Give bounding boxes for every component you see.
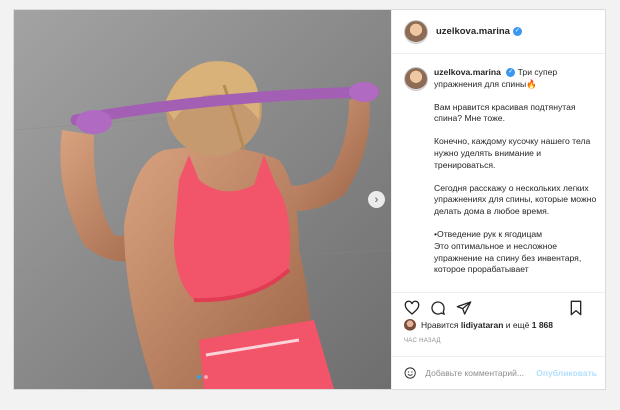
likes-user[interactable]: lidiyataran [461,320,504,330]
carousel-dot [204,375,208,379]
caption-avatar[interactable] [404,67,428,91]
action-bar [392,292,605,322]
heart-icon[interactable] [404,300,420,316]
caption-paragraph: •Отведение рук к ягодицам Это оптимально… [434,228,582,275]
liker-avatar[interactable] [404,319,416,331]
post-sidebar: uzelkova.marina ✓ uzelkova.marina ✓ Три … [391,10,605,389]
caption-paragraph: Вам нравится красивая подтянутая спина? … [434,101,576,124]
avatar[interactable] [404,19,428,44]
comment-input[interactable] [425,368,537,378]
instagram-post-card: › uzelkova.marina ✓ uzelkova.marina ✓ Тр… [13,9,606,390]
carousel-dots [197,375,208,379]
post-photo[interactable]: › [14,10,391,389]
caption-paragraph: Сегодня расскажу о нескольких легких упр… [434,182,597,217]
emoji-icon[interactable] [404,365,416,381]
verified-icon: ✓ [506,68,516,78]
post-timestamp[interactable]: ЧАС НАЗАД [404,338,441,344]
bookmark-icon[interactable] [568,300,584,316]
caption-paragraph: Конечно, каждому кусочку нашего тела нуж… [434,136,591,170]
carousel-dot-active [197,375,201,379]
publish-button[interactable]: Опубликовать [536,368,597,378]
likes-line: Нравится lidiyataran и ещё 1 868 [404,319,553,331]
verified-icon: ✓ [512,27,522,36]
header-username[interactable]: uzelkova.marina [436,26,510,37]
likes-count[interactable]: 1 868 [532,320,553,330]
post-header: uzelkova.marina ✓ [392,10,605,54]
comment-bar: Опубликовать [392,356,605,389]
comment-icon[interactable] [430,300,446,316]
likes-suffix: и ещё [505,320,530,330]
photo-illustration [14,10,391,389]
caption: uzelkova.marina ✓ Три супер упражнения д… [392,55,605,290]
likes-prefix: Нравится [421,320,459,330]
caption-text: uzelkova.marina ✓ Три супер упражнения д… [434,67,597,290]
share-icon[interactable] [456,300,472,316]
caption-username[interactable]: uzelkova.marina [434,67,501,77]
next-arrow-icon[interactable]: › [368,191,385,208]
